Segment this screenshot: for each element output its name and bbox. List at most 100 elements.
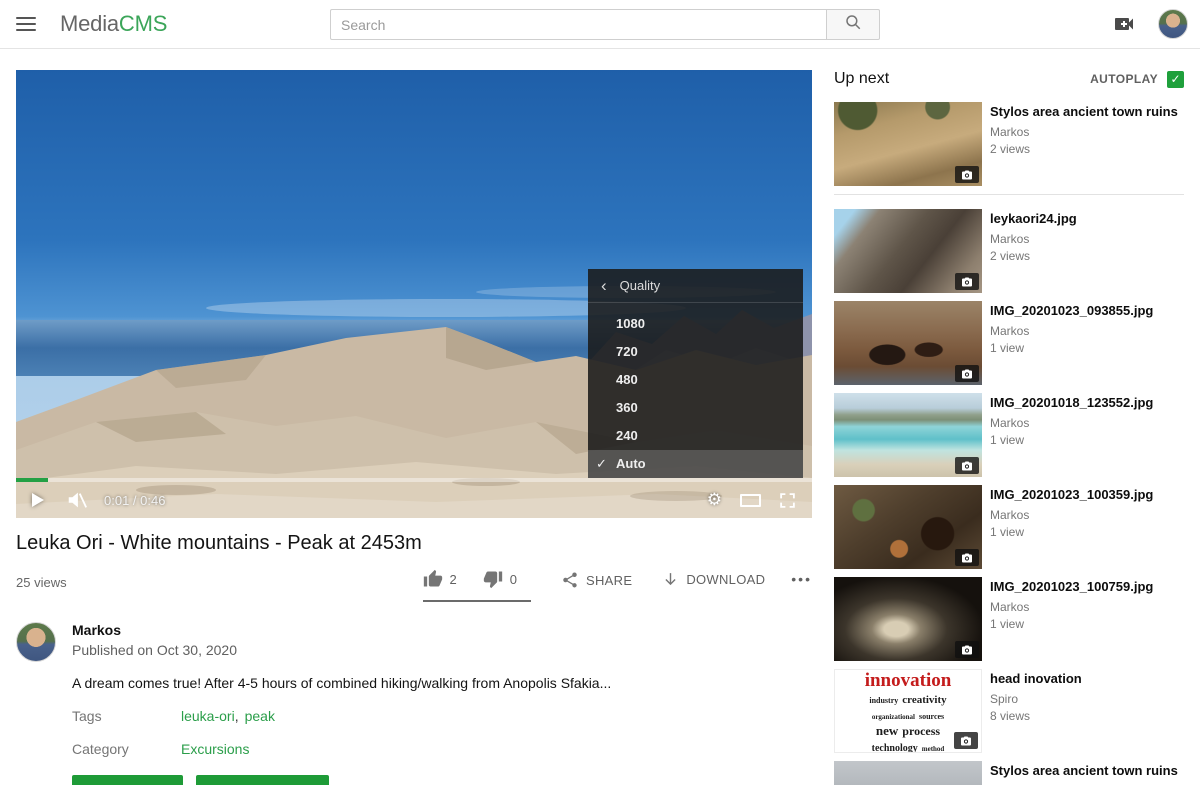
- category-row: Category Excursions: [72, 741, 812, 757]
- item-author: Markos: [990, 600, 1153, 614]
- quality-option-720[interactable]: 720: [588, 338, 803, 366]
- quality-option-480[interactable]: 480: [588, 366, 803, 394]
- item-info: leykaori24.jpg Markos 2 views: [982, 209, 1077, 293]
- search-input[interactable]: [330, 9, 826, 40]
- app-logo[interactable]: MediaCMS: [60, 11, 167, 37]
- item-info: IMG_20201023_093855.jpg Markos 1 view: [982, 301, 1153, 385]
- fullscreen-icon[interactable]: [779, 492, 796, 509]
- author-avatar[interactable]: [16, 622, 56, 662]
- quality-options: 1080 720 480 360 240 ✓ Auto: [588, 303, 803, 478]
- item-author: Markos: [990, 125, 1178, 139]
- mute-icon[interactable]: [66, 489, 88, 511]
- like-button[interactable]: 2: [423, 569, 457, 589]
- delete-media-button[interactable]: DELETE MEDIA: [196, 775, 329, 785]
- thumbnail-ruins: [834, 102, 982, 186]
- video-meta-row: 25 views 2 0: [16, 569, 812, 602]
- more-options-button[interactable]: •••: [791, 569, 812, 587]
- dislike-button[interactable]: 0: [483, 569, 517, 589]
- wordcloud-word: creativity: [902, 694, 946, 706]
- wordcloud-word: organizational: [872, 713, 915, 721]
- item-author: Markos: [990, 416, 1153, 430]
- player-controls: 0:01 / 0:46 ⚙: [16, 482, 812, 518]
- upnext-item[interactable]: IMG_20201023_100759.jpg Markos 1 view: [834, 577, 1184, 661]
- upnext-item[interactable]: IMG_20201023_093855.jpg Markos 1 view: [834, 301, 1184, 385]
- download-button[interactable]: DOWNLOAD: [662, 569, 765, 588]
- searchbar: [330, 9, 880, 40]
- theater-mode-icon[interactable]: [740, 494, 761, 507]
- settings-gear-icon[interactable]: ⚙: [707, 492, 722, 509]
- menu-icon[interactable]: [16, 17, 36, 31]
- item-author: Markos: [990, 232, 1077, 246]
- media-buttons: EDIT MEDIA DELETE MEDIA: [72, 775, 812, 785]
- user-avatar[interactable]: [1158, 9, 1188, 39]
- item-title: head inovation: [990, 670, 1082, 687]
- tag-link-peak[interactable]: peak: [245, 708, 275, 724]
- share-button[interactable]: SHARE: [561, 569, 632, 589]
- video-title: Leuka Ori - White mountains - Peak at 24…: [16, 531, 812, 555]
- play-button[interactable]: [32, 493, 44, 507]
- share-icon: [561, 571, 579, 589]
- author-section: Markos Published on Oct 30, 2020: [16, 622, 812, 662]
- app-header: MediaCMS: [0, 0, 1200, 49]
- category-link-excursions[interactable]: Excursions: [181, 741, 249, 757]
- item-title: Stylos area ancient town ruins: [990, 103, 1178, 120]
- upnext-item[interactable]: Stylos area ancient town ruins Markos 2 …: [834, 102, 1184, 186]
- wordcloud-word: process: [902, 724, 940, 738]
- time-display: 0:01 / 0:46: [104, 493, 165, 508]
- upnext-divider: [834, 194, 1184, 195]
- tag-link-leuka-ori[interactable]: leuka-ori: [181, 708, 235, 724]
- video-player[interactable]: ‹ Quality 1080 720 480 360 240 ✓ Auto: [16, 70, 812, 518]
- check-icon: ✓: [596, 450, 607, 478]
- logo-cms-text: CMS: [119, 11, 167, 36]
- player-controls-right: ⚙: [707, 492, 796, 509]
- thumbnail-beach: [834, 393, 982, 477]
- quality-option-240[interactable]: 240: [588, 422, 803, 450]
- quality-option-360[interactable]: 360: [588, 394, 803, 422]
- download-icon: [662, 571, 679, 588]
- upload-media-icon[interactable]: [1112, 12, 1136, 36]
- thumb-down-icon: [483, 569, 503, 589]
- item-title: IMG_20201018_123552.jpg: [990, 394, 1153, 411]
- quality-option-1080[interactable]: 1080: [588, 310, 803, 338]
- likes-group: 2 0: [423, 569, 531, 602]
- wordcloud-word: innovation: [835, 671, 981, 691]
- wordcloud-word: industry: [869, 696, 898, 705]
- upnext-item[interactable]: IMG_20201018_123552.jpg Markos 1 view: [834, 393, 1184, 477]
- edit-media-button[interactable]: EDIT MEDIA: [72, 775, 183, 785]
- tags-value: leuka-ori,peak: [181, 708, 275, 724]
- upnext-item[interactable]: innovation industry creativity organizati…: [834, 669, 1184, 753]
- video-description: A dream comes true! After 4-5 hours of c…: [72, 675, 812, 691]
- camera-icon: [955, 457, 979, 474]
- item-views: 2 views: [990, 249, 1077, 263]
- camera-icon: [955, 641, 979, 658]
- tags-label: Tags: [72, 708, 181, 724]
- item-info: IMG_20201023_100359.jpg Markos 1 view: [982, 485, 1153, 569]
- item-info: head inovation Spiro 8 views: [982, 669, 1082, 753]
- thumbnail-cave-house: [834, 301, 982, 385]
- upnext-sidebar: Up next AUTOPLAY ✓ Stylos area ancient t…: [834, 70, 1184, 785]
- thumbnail-dark-cave: [834, 577, 982, 661]
- upnext-header: Up next AUTOPLAY ✓: [834, 70, 1184, 88]
- item-info: IMG_20201018_123552.jpg Markos 1 view: [982, 393, 1153, 477]
- item-author: Markos: [990, 508, 1153, 522]
- item-info: IMG_20201023_100759.jpg Markos 1 view: [982, 577, 1153, 661]
- dislike-count: 0: [510, 572, 517, 587]
- author-name[interactable]: Markos: [72, 622, 237, 638]
- quality-menu-header[interactable]: ‹ Quality: [588, 269, 803, 303]
- upnext-item[interactable]: Stylos area ancient town ruins: [834, 761, 1184, 785]
- autoplay-checkbox[interactable]: ✓: [1167, 71, 1184, 88]
- tags-row: Tags leuka-ori,peak: [72, 708, 812, 724]
- author-meta: Markos Published on Oct 30, 2020: [72, 622, 237, 662]
- share-label: SHARE: [586, 573, 632, 588]
- upnext-item[interactable]: IMG_20201023_100359.jpg Markos 1 view: [834, 485, 1184, 569]
- quality-option-auto[interactable]: ✓ Auto: [588, 450, 803, 478]
- camera-icon: [955, 273, 979, 290]
- item-title: Stylos area ancient town ruins: [990, 762, 1178, 779]
- autoplay-label: AUTOPLAY: [1090, 72, 1158, 86]
- item-views: 1 view: [990, 617, 1153, 631]
- item-title: leykaori24.jpg: [990, 210, 1077, 227]
- upnext-item[interactable]: leykaori24.jpg Markos 2 views: [834, 209, 1184, 293]
- search-button[interactable]: [826, 9, 880, 40]
- camera-icon: [955, 166, 979, 183]
- thumb-up-icon: [423, 569, 443, 589]
